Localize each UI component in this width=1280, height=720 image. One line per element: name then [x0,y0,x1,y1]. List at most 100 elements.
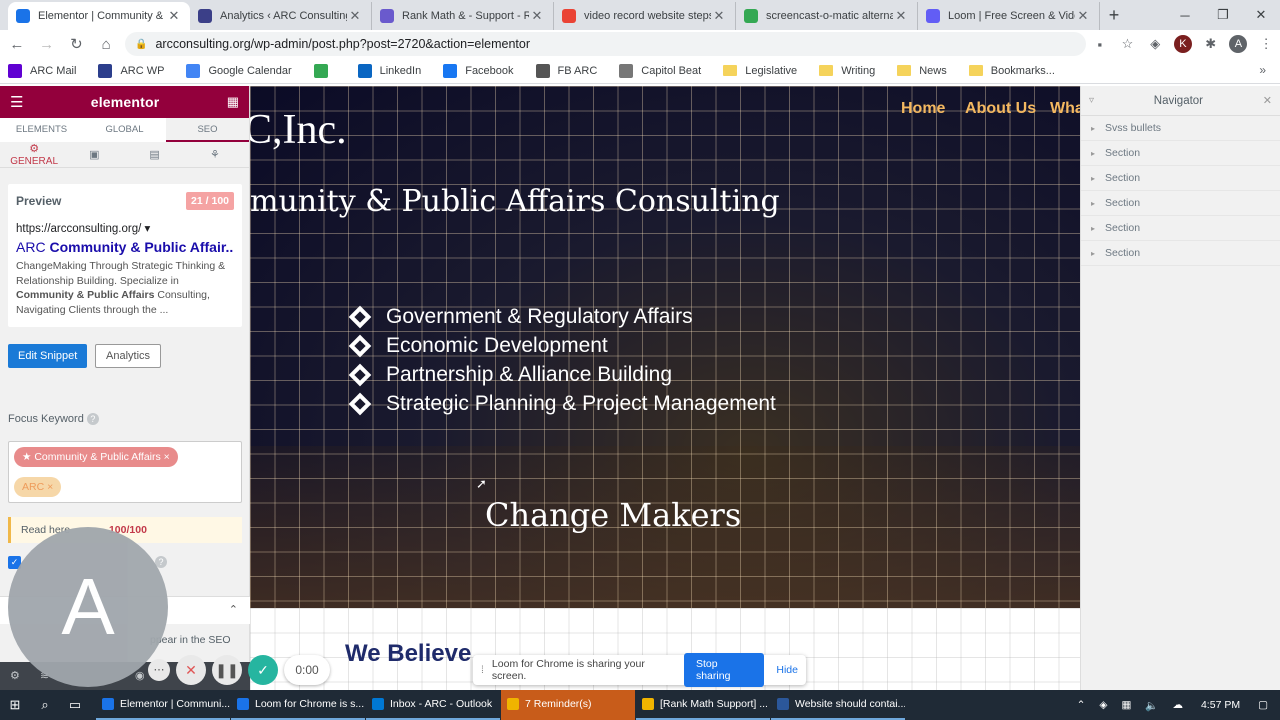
taskbar-app[interactable]: [Rank Math Support] ... [636,690,770,720]
minimize-icon[interactable]: ─ [1166,8,1204,23]
forward-icon[interactable]: → [34,36,60,53]
navigator-item[interactable]: ▸ Section [1081,141,1280,166]
close-icon[interactable]: ✕ [1263,94,1272,107]
network-icon[interactable]: ▦ [1121,699,1131,711]
help-icon[interactable]: ? [86,413,99,425]
caret-right-icon[interactable]: ▸ [1091,174,1095,183]
subtab-advanced[interactable]: ▣ [64,148,124,161]
notification-icon[interactable]: ▢ [1258,699,1268,711]
caret-right-icon[interactable]: ▸ [1091,224,1095,233]
taskbar-app[interactable]: Elementor | Communi... [96,690,230,720]
bookmark-item[interactable] [313,63,336,78]
widgets-grid-icon[interactable]: ▦ [227,94,239,110]
caret-right-icon[interactable]: ▸ [1091,199,1095,208]
navigator-item[interactable]: ▸ Section [1081,166,1280,191]
more-bookmarks-icon[interactable]: » [1259,63,1266,77]
menu-dots-icon[interactable]: ⋮ [1252,36,1280,52]
reload-icon[interactable]: ↻ [64,35,90,53]
analytics-button[interactable]: Analytics [95,344,162,368]
home-icon[interactable]: ⌂ [93,36,119,53]
navigator-item[interactable]: ▸ Section [1081,241,1280,266]
bookmark-folder[interactable]: Writing [819,65,875,77]
bookmark-item[interactable]: FB ARC [535,63,597,78]
camera-icon[interactable]: ▪ [1086,37,1114,52]
subtab-schema[interactable]: ▤ [125,148,185,161]
bookmark-folder[interactable]: News [897,65,947,77]
browser-tab[interactable]: Elementor | Community & Pu ✕ [8,2,190,30]
shield-extension-icon[interactable]: ◈ [1141,36,1169,52]
bookmark-item[interactable]: Capitol Beat [619,63,701,78]
browser-tab[interactable]: Loom | Free Screen & Video ✕ [918,2,1100,30]
tab-elements[interactable]: ELEMENTS [0,118,83,142]
hamburger-icon[interactable]: ☰ [10,93,23,111]
stop-sharing-button[interactable]: Stop sharing [683,653,765,687]
bookmark-folder[interactable]: Bookmarks... [968,65,1055,77]
browser-tab[interactable]: screencast-o-matic alternativ ✕ [736,2,918,30]
taskbar-app[interactable]: Inbox - ARC - Outlook [366,690,500,720]
browser-tab[interactable]: Analytics ‹ ARC Consulting —✕ [190,2,372,30]
caret-right-icon[interactable]: ▸ [1091,149,1095,158]
volume-icon[interactable]: 🔈 [1145,699,1158,712]
close-tab-icon[interactable]: ✕ [711,8,727,24]
keyword-chip-arc[interactable]: ARC × [14,477,62,497]
address-bar[interactable]: 🔒 arcconsulting.org/wp-admin/post.php?po… [125,32,1086,56]
navigator-item[interactable]: ▸ Section [1081,191,1280,216]
nav-link-about[interactable]: About Us [965,100,1036,118]
more-dots-icon[interactable]: ⋯ [148,659,170,681]
close-tab-icon[interactable]: ✕ [347,8,363,24]
task-view-icon[interactable]: ▭ [60,697,90,713]
bookmark-item[interactable]: ARC Mail [8,63,76,78]
taskbar-app[interactable]: 7 Reminder(s) [501,690,635,720]
edit-snippet-button[interactable]: Edit Snippet [8,344,88,368]
pause-icon[interactable]: ❚❚ [212,655,242,685]
windows-start-icon[interactable]: ⊞ [0,697,30,713]
taskbar-app[interactable]: Website should contai... [771,690,905,720]
tray-app-icon[interactable]: ◈ [1099,699,1107,711]
tab-global[interactable]: GLOBAL [83,118,166,142]
chevron-up-icon[interactable]: ⌃ [229,603,238,616]
subtab-social[interactable]: ⚘ [185,148,245,161]
keyword-chip-primary[interactable]: ★ Community & Public Affairs × [14,447,178,467]
navigator-item[interactable]: ▸ Svss bullets [1081,116,1280,141]
bookmark-item[interactable]: ARC WP [98,63,164,78]
navigator-item[interactable]: ▸ Section [1081,216,1280,241]
preview-link[interactable]: ARC Community & Public Affair... [16,239,234,255]
tab-seo[interactable]: SEO [166,118,249,142]
new-tab-button[interactable]: + [1100,2,1128,30]
browser-tab[interactable]: video record website steps fo✕ [554,2,736,30]
close-tab-icon[interactable]: ✕ [1075,8,1091,24]
collapse-all-icon[interactable]: ▿ [1089,95,1094,106]
discard-recording-icon[interactable]: ✕ [176,655,206,685]
finish-recording-icon[interactable]: ✓ [248,655,278,685]
bookmark-item[interactable]: Facebook [443,63,514,78]
app-icon [102,698,114,710]
bookmark-folder[interactable]: Legislative [723,65,797,77]
search-icon[interactable]: ⌕ [30,697,60,713]
nav-link-home[interactable]: Home [901,100,945,118]
close-tab-icon[interactable]: ✕ [529,8,545,24]
taskbar-app[interactable]: Loom for Chrome is s... [231,690,365,720]
back-icon[interactable]: ← [4,36,30,53]
star-icon[interactable]: ☆ [1114,36,1142,52]
responsive-icon[interactable]: ◉ [135,669,145,682]
caret-right-icon[interactable]: ▸ [1091,249,1095,258]
settings-icon[interactable]: ⚙ [10,669,20,682]
profile-avatar[interactable]: A [1225,35,1253,53]
close-window-icon[interactable]: ✕ [1242,7,1280,23]
caret-right-icon[interactable]: ▸ [1091,124,1095,133]
profile-k-icon[interactable]: K [1169,35,1197,53]
close-tab-icon[interactable]: ✕ [893,8,909,24]
drag-handle-icon[interactable]: ⁞ [481,664,484,676]
subtab-general[interactable]: ⚙ GENERAL [4,142,64,167]
bookmark-item[interactable]: Google Calendar [186,63,292,78]
nav-link-what[interactable]: Wha [1050,100,1080,118]
browser-tab[interactable]: Rank Math & - Support - Ra ✕ [372,2,554,30]
onedrive-icon[interactable]: ☁ [1172,699,1183,711]
tray-chevron-icon[interactable]: ⌃ [1077,699,1086,711]
hide-button[interactable]: Hide [776,664,798,676]
extensions-icon[interactable]: ✱ [1197,36,1225,52]
bookmark-item[interactable]: LinkedIn [357,63,421,78]
maximize-icon[interactable]: ❐ [1204,7,1242,23]
close-tab-icon[interactable]: ✕ [166,8,182,24]
focus-keyword-input[interactable]: ★ Community & Public Affairs × ARC × [8,441,242,503]
